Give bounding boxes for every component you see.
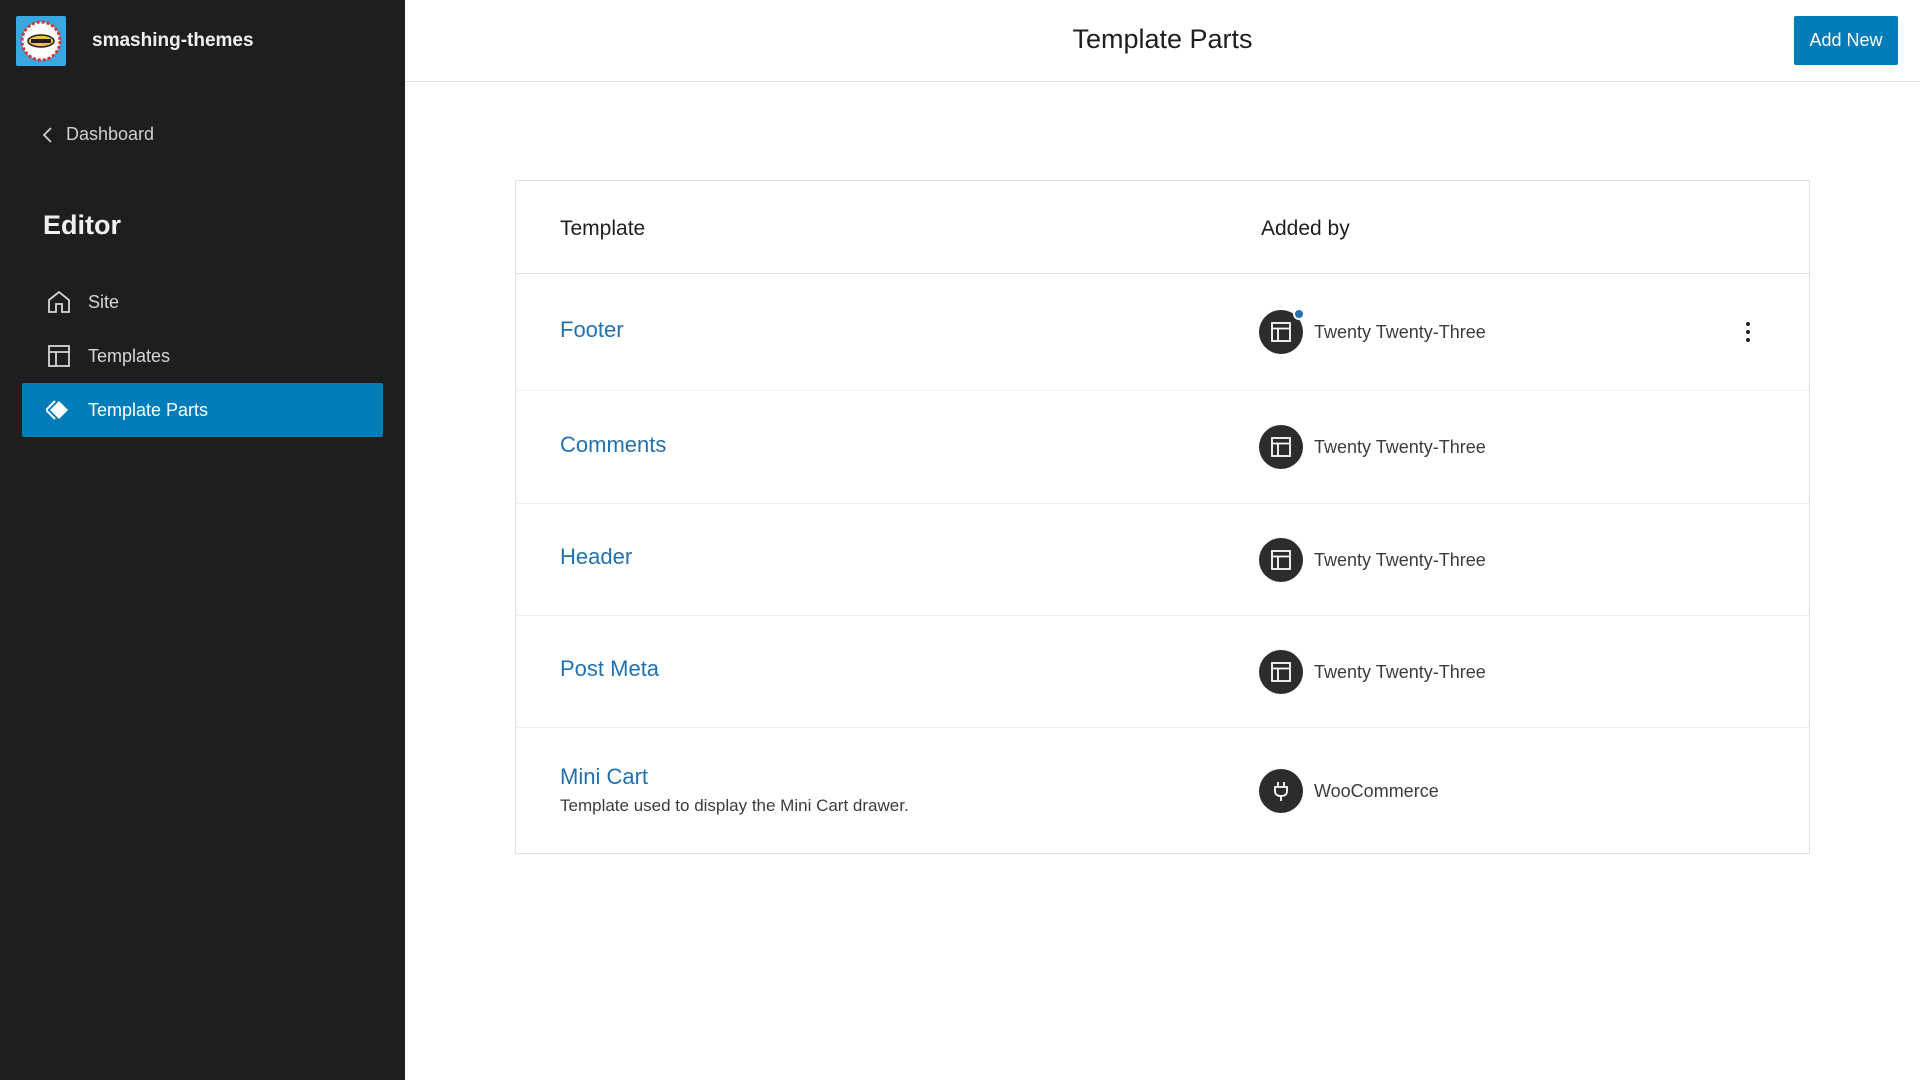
table-row: Mini Cart Template used to display the M… — [516, 728, 1809, 853]
sidebar-item-site[interactable]: Site — [22, 275, 383, 329]
site-name[interactable]: smashing-themes — [92, 30, 254, 52]
page-title: Template Parts — [1072, 24, 1253, 54]
site-hub[interactable]: smashing-themes — [16, 16, 254, 66]
table-row: Post Meta Twenty Twenty-Three — [516, 616, 1809, 728]
symbol-filled-icon — [46, 400, 68, 420]
template-title-link[interactable]: Comments — [560, 432, 666, 458]
author-avatar — [1259, 650, 1303, 694]
chevron-left-icon — [42, 126, 52, 143]
layout-icon — [1271, 322, 1291, 342]
author-avatar — [1259, 769, 1303, 813]
template-description: Template used to display the Mini Cart d… — [560, 796, 909, 815]
sidebar-item-template-parts[interactable]: Template Parts — [22, 383, 383, 437]
template-title-link[interactable]: Header — [560, 544, 632, 570]
layout-icon — [1271, 662, 1291, 682]
sidebar-item-templates[interactable]: Templates — [22, 329, 383, 383]
sidebar-item-label: Site — [88, 291, 120, 312]
author-name: Twenty Twenty-Three — [1314, 549, 1486, 570]
layout-icon — [1271, 550, 1291, 570]
sidebar-item-label: Templates — [88, 345, 171, 366]
back-to-dashboard-link[interactable]: Dashboard — [40, 124, 154, 145]
sidebar-nav: Site Templates Template Parts — [22, 275, 383, 437]
layout-icon — [48, 345, 70, 367]
home-icon — [48, 290, 70, 313]
author-name: WooCommerce — [1314, 780, 1439, 801]
add-new-button[interactable]: Add New — [1794, 16, 1898, 65]
layout-icon — [1271, 437, 1291, 457]
added-by: Twenty Twenty-Three — [1259, 308, 1486, 354]
template-title-link[interactable]: Post Meta — [560, 656, 659, 682]
site-logo-icon — [20, 20, 62, 62]
author-name: Twenty Twenty-Three — [1314, 436, 1486, 457]
template-title-link[interactable]: Footer — [560, 317, 624, 343]
plugins-icon — [1274, 782, 1288, 801]
header: Template Parts Add New — [405, 0, 1920, 82]
table-row: Footer Twenty Twenty-Three — [516, 274, 1809, 391]
template-title-link[interactable]: Mini Cart — [560, 764, 648, 790]
sidebar-item-label: Template Parts — [88, 399, 209, 420]
author-name: Twenty Twenty-Three — [1314, 661, 1486, 682]
added-by: WooCommerce — [1259, 769, 1439, 813]
table-header: Template Added by — [516, 181, 1809, 274]
table-row: Comments Twenty Twenty-Three — [516, 391, 1809, 504]
more-actions-icon[interactable] — [1736, 317, 1760, 347]
section-title: Editor — [43, 210, 121, 240]
author-avatar — [1259, 425, 1303, 469]
site-logo[interactable] — [16, 16, 66, 66]
template-parts-table: Template Added by Footer Twenty Twenty-T… — [515, 180, 1810, 854]
added-by: Twenty Twenty-Three — [1259, 425, 1486, 469]
sidebar: smashing-themes Dashboard Editor Site Te… — [0, 0, 405, 1080]
author-avatar — [1259, 538, 1303, 582]
customized-dot — [1293, 308, 1305, 320]
added-by: Twenty Twenty-Three — [1259, 650, 1486, 694]
column-header-added-by: Added by — [1261, 217, 1350, 240]
added-by: Twenty Twenty-Three — [1259, 538, 1486, 582]
table-row: Header Twenty Twenty-Three — [516, 504, 1809, 616]
column-header-template: Template — [560, 217, 646, 240]
back-label: Dashboard — [66, 124, 155, 144]
author-avatar — [1259, 308, 1305, 354]
author-name: Twenty Twenty-Three — [1314, 321, 1486, 342]
